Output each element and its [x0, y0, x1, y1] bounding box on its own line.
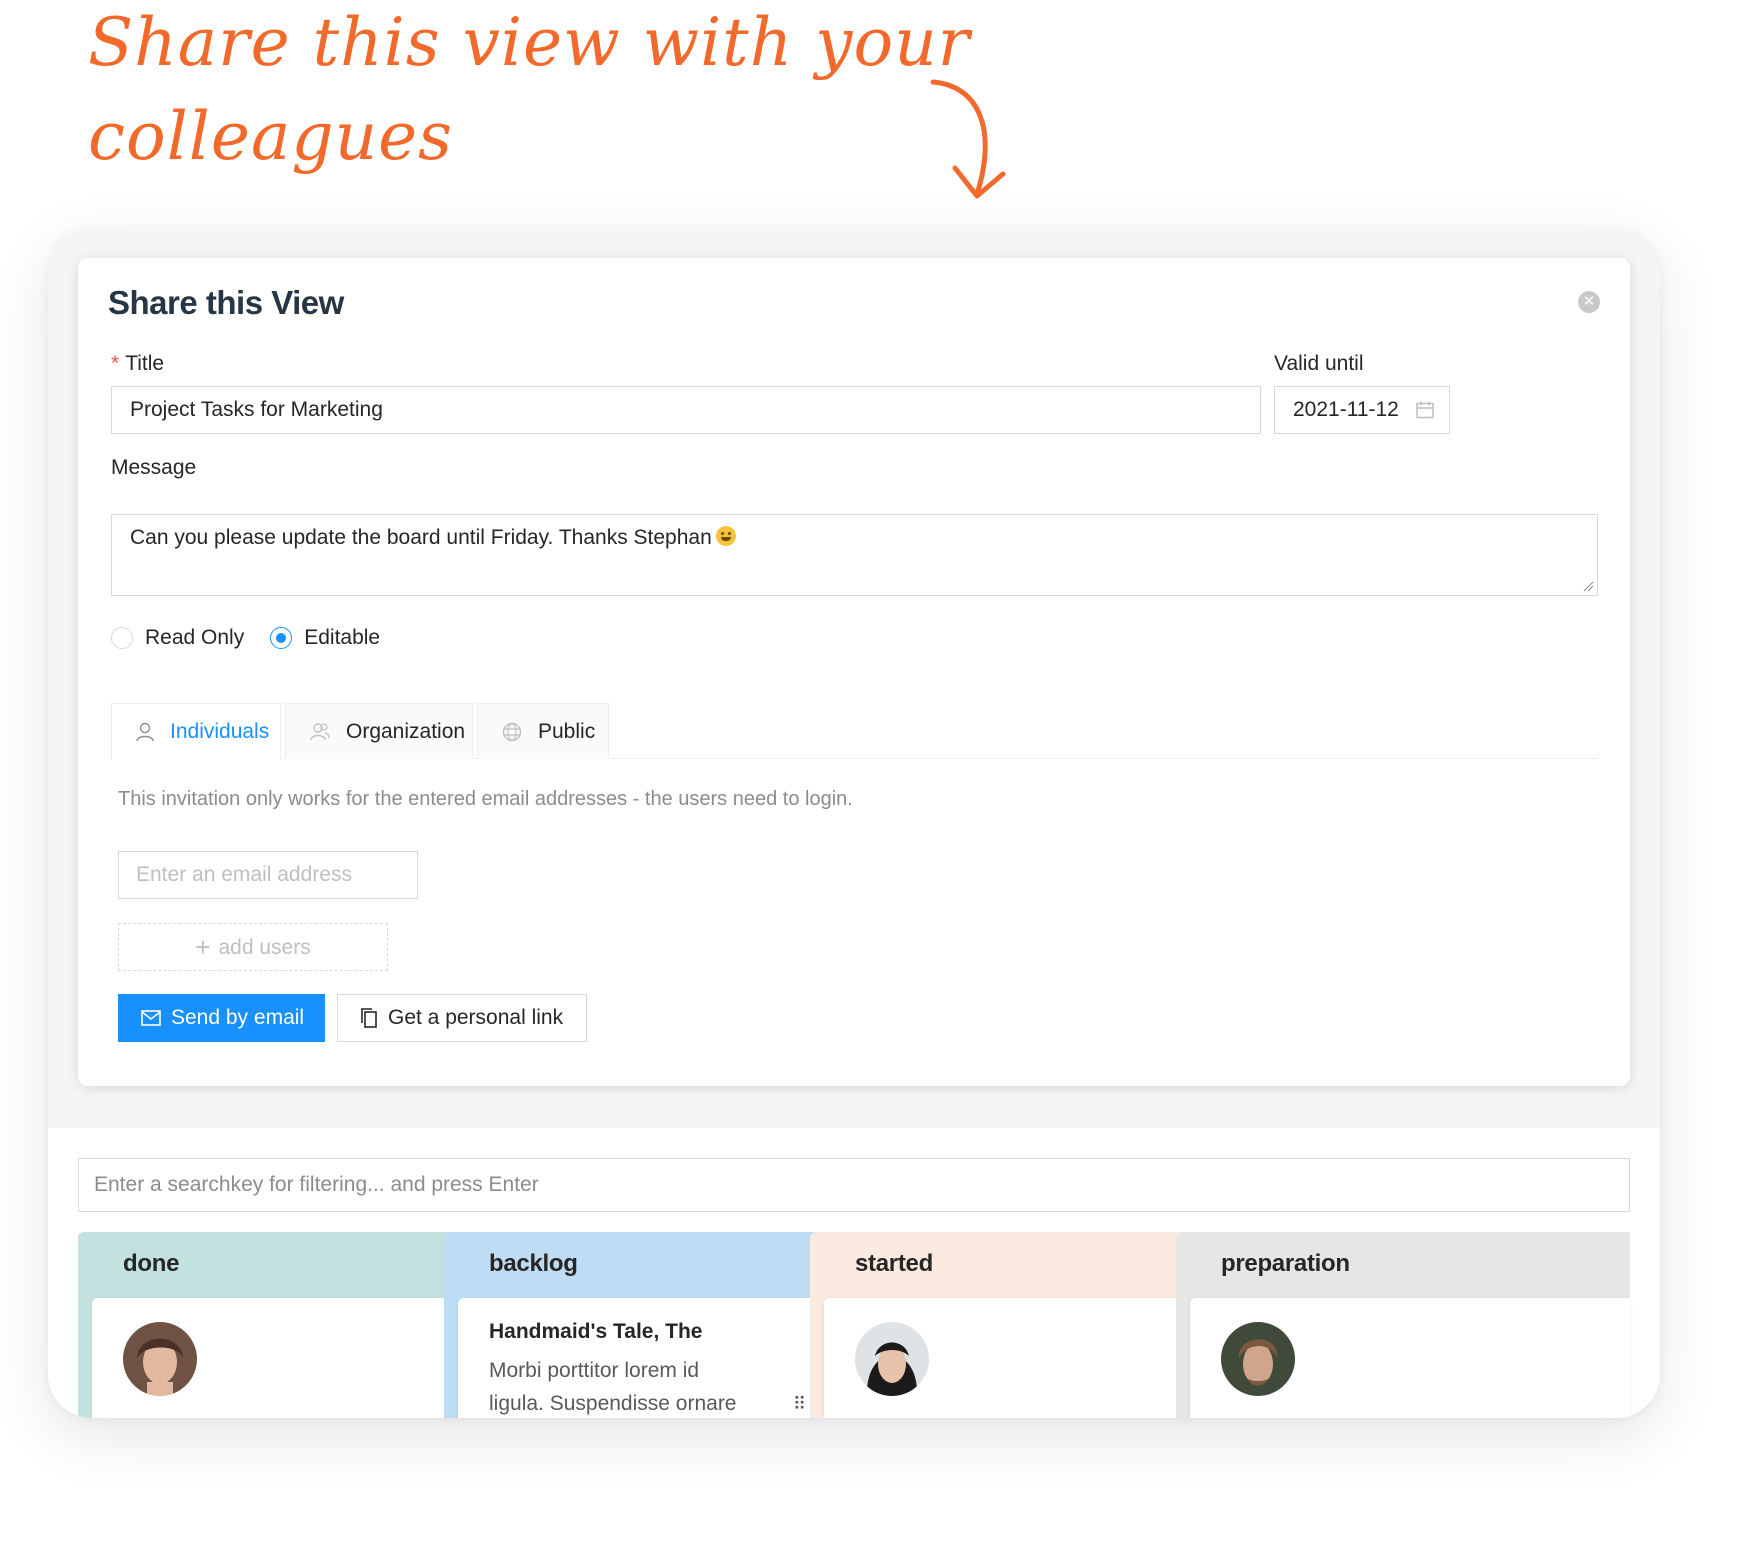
column-done: done: [78, 1232, 470, 1418]
tab-organization-label: Organization: [346, 719, 466, 743]
mail-icon: [141, 1010, 161, 1026]
radio-editable-dot[interactable]: [270, 627, 293, 649]
get-personal-link-label: Get a personal link: [388, 1006, 564, 1029]
kanban-card[interactable]: [1190, 1298, 1630, 1418]
user-icon: [136, 722, 154, 742]
column-started: started: [810, 1232, 1202, 1418]
calendar-icon: [1416, 401, 1434, 419]
card-description: Morbi porttitor lorem id ligula. Suspend…: [489, 1359, 737, 1415]
radio-read-only[interactable]: Read Only: [111, 626, 244, 650]
add-users-label: add users: [218, 936, 311, 959]
email-input[interactable]: Enter an email address: [118, 851, 418, 899]
column-preparation: preparation: [1176, 1232, 1630, 1418]
valid-until-datepicker[interactable]: 2021-11-12: [1274, 386, 1450, 434]
kanban-board: Enter a searchkey for filtering... and p…: [48, 1128, 1660, 1418]
avatar: [855, 1322, 929, 1396]
team-icon: [310, 722, 330, 742]
copy-icon: [360, 1008, 378, 1028]
close-icon[interactable]: ✕: [1578, 291, 1600, 313]
title-label: * Title: [111, 352, 164, 376]
radio-read-only-label: Read Only: [145, 626, 245, 649]
radio-editable-label: Editable: [304, 626, 381, 649]
search-input[interactable]: Enter a searchkey for filtering... and p…: [78, 1158, 1630, 1212]
invitation-hint: This invitation only works for the enter…: [118, 788, 853, 810]
access-radio-group: Read Only Editable: [111, 626, 406, 650]
column-title: done: [123, 1250, 180, 1277]
column-title: started: [855, 1250, 933, 1277]
app-window: Share this View ✕ * Title Project Tasks f…: [48, 228, 1660, 1418]
title-label-text: Title: [125, 352, 165, 375]
resize-handle-icon[interactable]: [1582, 580, 1594, 592]
card-title: Handmaid's Tale, The: [489, 1320, 703, 1343]
tab-organization[interactable]: Organization: [285, 703, 473, 759]
message-label: Message: [111, 456, 197, 479]
message-textarea[interactable]: Can you please update the board until Fr…: [111, 514, 1598, 596]
kanban-card[interactable]: [92, 1298, 454, 1418]
avatar: [1221, 1322, 1295, 1396]
tab-public-label: Public: [538, 719, 596, 743]
column-title: preparation: [1221, 1250, 1350, 1277]
annotation-arrow-icon: [930, 79, 1006, 199]
valid-until-value: 2021-11-12: [1293, 398, 1399, 421]
add-users-button[interactable]: + add users: [118, 923, 388, 971]
plus-icon: +: [195, 932, 211, 962]
modal-title: Share this View: [108, 284, 344, 321]
get-personal-link-button[interactable]: Get a personal link: [337, 994, 587, 1042]
required-marker: *: [111, 352, 120, 375]
avatar: [123, 1322, 197, 1396]
column-backlog: backlog Handmaid's Tale, The Morbi portt…: [444, 1232, 836, 1418]
send-by-email-button[interactable]: Send by email: [118, 994, 325, 1042]
annotation-line-2: colleagues: [88, 98, 454, 175]
smile-emoji-icon: [715, 526, 736, 546]
radio-read-only-dot[interactable]: [111, 627, 133, 649]
title-input[interactable]: Project Tasks for Marketing: [111, 386, 1261, 434]
column-title: backlog: [489, 1250, 578, 1277]
share-tabs: Individuals Organization Public: [111, 703, 1598, 760]
radio-editable[interactable]: Editable: [270, 626, 380, 650]
valid-until-label: Valid until: [1274, 352, 1364, 375]
kanban-card[interactable]: [824, 1298, 1186, 1418]
annotation-line-1: Share this view with your: [88, 4, 971, 81]
kanban-card[interactable]: Handmaid's Tale, The Morbi porttitor lor…: [458, 1298, 820, 1418]
send-by-email-label: Send by email: [171, 1006, 305, 1029]
globe-icon: [502, 722, 522, 742]
annotation-headline: Share this view with your colleagues: [88, 0, 1028, 184]
tab-individuals-label: Individuals: [170, 720, 270, 743]
message-text: Can you please update the board until Fr…: [130, 526, 712, 549]
drag-handle-icon[interactable]: ⠿: [793, 1394, 806, 1415]
tab-individuals[interactable]: Individuals: [111, 703, 281, 760]
share-view-modal: Share this View ✕ * Title Project Tasks f…: [78, 258, 1630, 1086]
tab-public[interactable]: Public: [477, 703, 609, 759]
